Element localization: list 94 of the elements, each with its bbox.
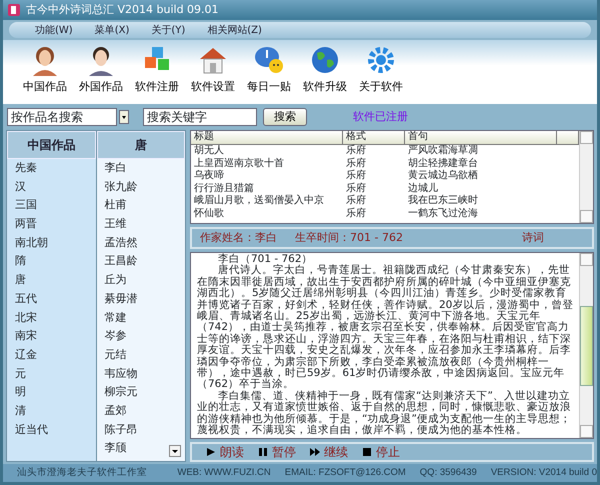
keyword-field[interactable]: 搜索关键字 xyxy=(143,108,257,126)
status-text: 汕头市澄海老夫子软件工作室 xyxy=(16,466,148,480)
category-item[interactable]: 元 xyxy=(7,364,96,384)
table-cell-text: 乐府 xyxy=(345,145,367,158)
category-item[interactable]: 明 xyxy=(7,383,96,402)
table-cell-text: 边城儿 xyxy=(407,182,439,194)
toolbar-button[interactable]: 软件设置 xyxy=(189,44,237,104)
author-item[interactable]: 丘为 xyxy=(96,271,185,290)
author-item[interactable]: 岑参 xyxy=(96,327,185,346)
author-item[interactable]: 杜甫 xyxy=(96,196,185,216)
gear-icon xyxy=(365,44,397,76)
author-item[interactable]: 元结 xyxy=(96,346,185,365)
registration-status: 软件已注册 xyxy=(353,108,408,125)
window-title: 古今中外诗词总汇 V2014 build 09.01 xyxy=(26,2,219,18)
paragraph: 李白（701 - 762） xyxy=(217,254,314,265)
category-item[interactable]: 三国 xyxy=(7,196,96,216)
author-lifespan: 生卒时间：701 - 762 xyxy=(295,230,403,246)
fast-forward-icon xyxy=(310,447,320,457)
paragraph: 唐代诗人。字太白，号青莲居士。祖籍陇西成纪（今甘肃秦安东），先世在隋末因罪徙居西域，故出生于安西都护府所属的碎叶城（今中亚细亚伊塞克湖西北）。5岁随父迁居绵州彰明县（今四川江油）青莲乡。少时受儒家教育并博览诸子百家，好剑术，轻财任侠，善作诗赋。20岁以后，漫游蜀中，曾登峨眉、青城诸名山。25岁出蜀，远游长江、黄河中下游各地。天宝元年（742），由道士吴筠推荐，被唐玄宗召至长安，供奉翰林。后因受宦官高力士等的谗谤，恳求还山，浮游四方。天宝三年春，在洛阳与杜甫相识，结下深厚友谊。天宝十四载，安史之乱爆发，次年冬，应召参加永王李璘幕府。后李璘因争夺帝位，为肃宗部下所败，李白受牵累被流放夜郎（今贵州桐梓一带），途中遇赦，时已59岁。61岁时仍请缨杀敌，中途因病返回。宝应元年（762）卒于当涂。 xyxy=(197,265,574,390)
stop-icon xyxy=(362,447,372,457)
author-item[interactable]: 李白 xyxy=(96,159,185,178)
scrollbar[interactable] xyxy=(579,131,593,223)
table-cell-text: 我在巴东三峡时 xyxy=(407,195,479,208)
section-label: 诗词 xyxy=(522,230,544,246)
table-cell-text: 行行游且猎篇 xyxy=(193,182,255,194)
playback-button[interactable]: 停止 xyxy=(362,443,400,461)
playback-button[interactable]: 继续 xyxy=(310,443,348,461)
table-cell-text: 一鹤东飞过沧海 xyxy=(407,208,479,220)
category-item[interactable]: 汉 xyxy=(7,178,96,196)
table-cell-text: 乐府 xyxy=(345,158,367,170)
playback-button[interactable]: 朗读 xyxy=(206,443,244,461)
status-text: EMAIL: FZSOFT@126.COM xyxy=(284,466,406,480)
table-cell-text: 乐府 xyxy=(345,208,367,220)
table-cell-text: 怀仙歌 xyxy=(192,208,225,220)
menu-item[interactable]: 相关网站(Z) xyxy=(207,22,262,38)
table-cell-text: 胡无人 xyxy=(193,145,225,158)
table-cell-text: 乐府 xyxy=(345,170,367,182)
author-item[interactable]: 王昌龄 xyxy=(96,252,185,272)
toolbar-button[interactable]: 关于软件 xyxy=(357,44,405,104)
column-header[interactable]: 标题 xyxy=(191,131,343,144)
author-item[interactable]: 张九龄 xyxy=(96,178,185,196)
author-item[interactable]: 常建 xyxy=(96,308,185,328)
author-item[interactable]: 李颀 xyxy=(96,439,185,458)
category-item[interactable]: 隋 xyxy=(7,252,96,272)
toolbar-button[interactable]: 每日一贴 xyxy=(245,44,293,104)
chat-bubble-icon xyxy=(253,44,285,76)
author-item[interactable]: 綦毋潜 xyxy=(96,290,185,308)
author-item[interactable]: 孟浩然 xyxy=(96,234,185,252)
pause-icon xyxy=(258,447,268,457)
status-text: WEB: WWW.FUZI.CN xyxy=(177,466,271,480)
menu-item[interactable]: 菜单(X) xyxy=(94,22,130,38)
category-item[interactable]: 近当代 xyxy=(7,420,96,440)
table-cell-text: 峨眉山月歌，送蜀僧晏入中京 xyxy=(193,195,325,208)
column-header: 唐 xyxy=(96,131,185,159)
author-item[interactable]: 柳宗元 xyxy=(96,383,185,402)
toolbar-button[interactable]: 中国作品 xyxy=(21,44,69,104)
toolbar-button[interactable]: 软件升级 xyxy=(301,44,349,104)
toolbar-button[interactable]: 软件注册 xyxy=(133,44,181,104)
paragraph: 李白集儒、道、侠精神于一身，既有儒家“达则兼济天下”、入世以建功立业的壮志，又有道家愤世嫉俗、返于自然的思想，同时，慷慨悲歌、豪迈放浪的游侠精神也为他所倾慕。于是，“功成身退”便成为支配他一生的主导思想；蔑视权贵，不满现实，追求自由，傲岸不羁，便成为他的基本性格。 xyxy=(197,390,572,436)
category-item[interactable]: 清 xyxy=(7,402,96,421)
globe-icon xyxy=(309,44,341,76)
category-item[interactable]: 五代 xyxy=(7,290,96,308)
app-icon xyxy=(7,3,21,17)
table-cell-text: 乌夜啼 xyxy=(193,170,225,182)
category-item[interactable]: 先秦 xyxy=(7,159,96,178)
menu-item[interactable]: 关于(Y) xyxy=(151,22,186,38)
column-header[interactable]: 格式 xyxy=(343,131,405,144)
author-name: 作家姓名：李白 xyxy=(200,230,277,246)
menu-item[interactable]: 功能(W) xyxy=(35,22,73,38)
status-text: VERSION: V2014 build 0 xyxy=(490,466,597,480)
status-text: QQ: 3596439 xyxy=(420,466,477,480)
category-item[interactable]: 北宋 xyxy=(7,308,96,328)
table-cell-text: 上皇西巡南京歌十首 xyxy=(193,158,285,170)
column-header: 中国作品 xyxy=(7,131,96,159)
table-cell-text: 乐府 xyxy=(345,195,367,208)
author-item[interactable]: 王维 xyxy=(96,215,185,234)
table-cell-text: 胡尘轻拂建章台 xyxy=(407,158,479,170)
category-item[interactable]: 辽金 xyxy=(7,346,96,365)
category-item[interactable]: 唐 xyxy=(7,271,96,290)
author-item[interactable]: 孟郊 xyxy=(96,402,185,421)
category-item[interactable]: 南北朝 xyxy=(7,234,96,252)
table-cell-text: 严风吹霜海草凋 xyxy=(407,145,479,158)
author-item[interactable]: 韦应物 xyxy=(96,364,185,384)
author-item[interactable]: 陈子昂 xyxy=(96,420,185,440)
table-cell-text: 黄云城边乌欲栖 xyxy=(407,170,479,182)
table-cell-text: 乐府 xyxy=(345,182,367,194)
category-item[interactable]: 两晋 xyxy=(7,215,96,234)
playback-button[interactable]: 暂停 xyxy=(258,443,296,461)
search-button[interactable]: 搜索 xyxy=(263,108,307,126)
column-header[interactable]: 首句 xyxy=(405,131,557,144)
play-icon xyxy=(206,447,216,457)
scrollbar[interactable] xyxy=(579,253,593,438)
toolbar-button[interactable]: 外国作品 xyxy=(77,44,125,104)
category-item[interactable]: 南宋 xyxy=(7,327,96,346)
